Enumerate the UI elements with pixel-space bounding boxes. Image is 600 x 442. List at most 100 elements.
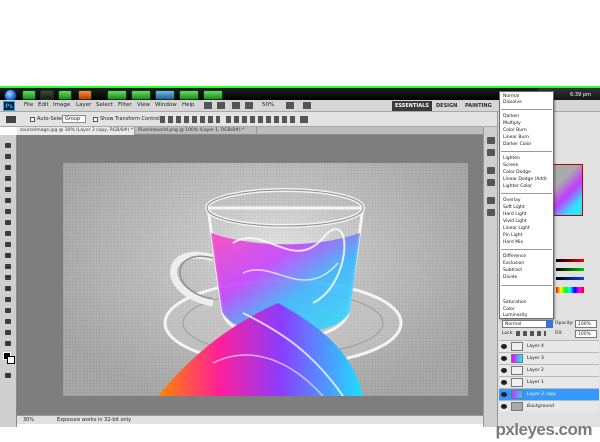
document-canvas[interactable] (63, 163, 468, 396)
taskbar-button-6[interactable] (131, 90, 151, 100)
eye-icon[interactable] (501, 404, 507, 409)
marquee-tool-icon[interactable] (3, 152, 13, 161)
transform-controls-checkbox[interactable] (93, 117, 98, 122)
blend-difference[interactable]: Difference (503, 254, 526, 259)
menu-file[interactable]: File (24, 102, 33, 108)
taskbar-button-2[interactable] (40, 90, 54, 100)
menu-filter[interactable]: Filter (118, 102, 132, 108)
blend-darker-color[interactable]: Darker Color (503, 142, 531, 147)
blend-exclusion[interactable]: Exclusion (503, 261, 524, 266)
path-selection-tool-icon[interactable] (3, 317, 13, 326)
eye-icon[interactable] (501, 392, 507, 397)
workspace-painting[interactable]: PAINTING (462, 101, 495, 111)
auto-align-icon[interactable] (300, 116, 308, 123)
eye-icon[interactable] (501, 356, 507, 361)
blend-lighten[interactable]: Lighten (503, 156, 520, 161)
eyedropper-tool-icon[interactable] (3, 196, 13, 205)
layer-row[interactable]: Layer 4 (499, 340, 599, 352)
blend-darken[interactable]: Darken (503, 114, 519, 119)
red-slider[interactable] (556, 259, 584, 262)
menu-edit[interactable]: Edit (38, 102, 49, 108)
taskbar-button-8[interactable] (179, 90, 199, 100)
tab-riverineworld[interactable]: Riverinevorld.png @ 100% (Layer 1, RGB/8… (135, 127, 257, 135)
taskbar-button-7[interactable] (155, 90, 175, 100)
fill-input[interactable]: 100% (575, 330, 597, 338)
blend-color[interactable]: Color (503, 307, 515, 312)
eye-icon[interactable] (501, 344, 507, 349)
crop-tool-icon[interactable] (3, 185, 13, 194)
clone-stamp-tool-icon[interactable] (3, 229, 13, 238)
menu-window[interactable]: Window (155, 102, 177, 108)
healing-brush-tool-icon[interactable] (3, 207, 13, 216)
blend-soft-light[interactable]: Soft Light (503, 205, 525, 210)
blend-saturation[interactable]: Saturation (503, 300, 526, 305)
blend-color-burn[interactable]: Color Burn (503, 128, 527, 133)
navigator-thumbnail[interactable] (553, 164, 583, 216)
brush-tool-icon[interactable] (3, 218, 13, 227)
clock[interactable]: 6:39 pm (570, 92, 591, 98)
quick-select-tool-icon[interactable] (3, 174, 13, 183)
layer-row[interactable]: Layer 3 (499, 352, 599, 364)
auto-select-dropdown[interactable]: Group (62, 115, 86, 123)
type-tool-icon[interactable] (3, 306, 13, 315)
menu-help[interactable]: Help (182, 102, 195, 108)
taskbar-button-9[interactable] (203, 90, 223, 100)
blend-lighter-color[interactable]: Lighter Color (503, 184, 532, 189)
status-zoom[interactable]: 30% (23, 417, 34, 423)
menu-image[interactable]: Image (53, 102, 70, 108)
color-ramp[interactable] (556, 287, 584, 293)
align-buttons[interactable] (160, 116, 220, 123)
tab-sourceimage[interactable]: sourceimage.jpg @ 30% (Layer 3 copy, RGB… (17, 127, 135, 135)
blend-divide[interactable]: Divide (503, 275, 517, 280)
pen-tool-icon[interactable] (3, 295, 13, 304)
blend-hard-light[interactable]: Hard Light (503, 212, 526, 217)
actions-panel-icon[interactable] (487, 149, 495, 156)
opacity-input[interactable]: 100% (575, 320, 597, 328)
arrange-documents-icon[interactable] (286, 102, 294, 109)
chevron-down-icon[interactable] (546, 320, 553, 328)
hand-tool-icon[interactable] (3, 339, 13, 348)
green-slider[interactable] (556, 268, 584, 271)
menu-view[interactable]: View (137, 102, 150, 108)
blend-vivid-light[interactable]: Vivid Light (503, 219, 527, 224)
eraser-tool-icon[interactable] (3, 251, 13, 260)
blend-hard-mix[interactable]: Hard Mix (503, 240, 523, 245)
zoom-view-icon[interactable] (245, 102, 253, 109)
history-brush-tool-icon[interactable] (3, 240, 13, 249)
blend-luminosity[interactable]: Luminosity (503, 313, 528, 318)
eye-icon[interactable] (501, 368, 507, 373)
blend-multiply[interactable]: Multiply (503, 121, 521, 126)
screen-mode-icon[interactable] (303, 102, 311, 109)
character-panel-icon[interactable] (487, 197, 495, 204)
blend-hue[interactable]: Hue (503, 293, 512, 298)
blur-tool-icon[interactable] (3, 273, 13, 282)
blue-slider[interactable] (556, 277, 584, 280)
layer-row[interactable]: Background (499, 400, 599, 412)
menu-layer[interactable]: Layer (76, 102, 91, 108)
workspace-essentials[interactable]: ESSENTIALS (392, 101, 432, 111)
hand-view-icon[interactable] (232, 102, 240, 109)
blend-pin-light[interactable]: Pin Light (503, 233, 522, 238)
paragraph-panel-icon[interactable] (487, 209, 495, 216)
eye-icon[interactable] (501, 380, 507, 385)
layer-row[interactable]: Layer 2 (499, 364, 599, 376)
quick-mask-icon[interactable] (3, 371, 13, 380)
bridge-icon[interactable] (204, 102, 212, 109)
blend-dissolve[interactable]: Dissolve (503, 100, 522, 105)
blend-mode-menu[interactable]: Normal Dissolve Darken Multiply Color Bu… (499, 91, 554, 319)
blend-linear-light[interactable]: Linear Light (503, 226, 530, 231)
layer-row[interactable]: Layer 1 (499, 376, 599, 388)
taskbar-button-4[interactable] (78, 90, 92, 100)
blend-normal[interactable]: Normal (503, 94, 519, 99)
lock-buttons[interactable] (516, 331, 546, 336)
taskbar-button-3[interactable] (58, 90, 72, 100)
blend-subtract[interactable]: Subtract (503, 268, 522, 273)
lasso-tool-icon[interactable] (3, 163, 13, 172)
minibridge-icon[interactable] (217, 102, 225, 109)
gradient-tool-icon[interactable] (3, 262, 13, 271)
move-tool-icon[interactable] (6, 116, 16, 123)
move-tool-icon[interactable] (3, 141, 13, 150)
history-panel-icon[interactable] (487, 137, 495, 144)
blend-overlay[interactable]: Overlay (503, 198, 521, 203)
background-color-swatch[interactable] (7, 356, 15, 364)
